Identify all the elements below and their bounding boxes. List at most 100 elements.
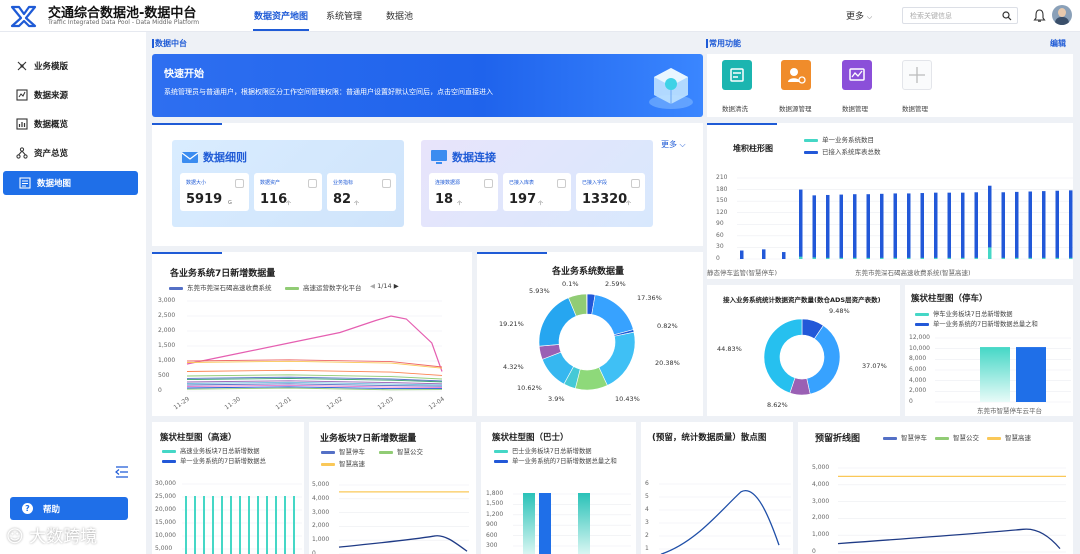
bar bbox=[221, 496, 223, 554]
metric-value: 116 bbox=[260, 192, 288, 207]
donut-slice bbox=[598, 331, 636, 386]
shortcut-panel bbox=[707, 54, 1073, 117]
logo-icon bbox=[10, 5, 37, 28]
datasource-gear-icon bbox=[788, 68, 806, 84]
bar bbox=[523, 493, 535, 554]
slice-label: 3.9% bbox=[548, 395, 565, 403]
series-line bbox=[837, 528, 1061, 550]
search-input[interactable]: 检索关键信息 bbox=[902, 7, 1018, 24]
bar bbox=[762, 249, 766, 259]
avatar[interactable] bbox=[1052, 5, 1072, 25]
metric-value: 197 bbox=[509, 192, 537, 207]
bar bbox=[257, 496, 259, 554]
bar-segment bbox=[920, 257, 924, 259]
metric-data-size[interactable]: 数据大小 5919 G bbox=[180, 173, 249, 211]
bar-segment bbox=[812, 257, 816, 259]
bar-segment bbox=[826, 257, 830, 259]
bar bbox=[1001, 192, 1005, 259]
metric-checkbox[interactable] bbox=[484, 179, 493, 188]
edit-link[interactable]: 编辑 bbox=[1050, 38, 1066, 49]
sidebar-item-data-overview[interactable]: 数据概览 bbox=[0, 112, 138, 136]
x-axis-label: 东莞市莞深石碣高速收费系统(智慧高速) bbox=[855, 269, 971, 277]
metric-checkbox[interactable] bbox=[235, 179, 244, 188]
bar-segment bbox=[961, 257, 965, 259]
bus-bar-panel: 簇状柱型图（巴士） 巴士业务板块7日总新增数据 单一业务系统的7日新增数据总量之… bbox=[481, 422, 636, 554]
bar bbox=[812, 195, 816, 259]
search-icon[interactable] bbox=[1002, 11, 1012, 21]
slice-label: 44.83% bbox=[717, 345, 742, 353]
stacked-bar-chart bbox=[737, 177, 1073, 260]
scatter-panel: (预留，统计数据质量）散点图 654321 bbox=[641, 422, 793, 554]
nav-active-underline bbox=[253, 29, 309, 31]
bar-segment bbox=[974, 257, 978, 259]
bar bbox=[782, 252, 786, 259]
sidebar-item-data-map[interactable]: 数据地图 bbox=[3, 171, 138, 195]
bell-icon[interactable] bbox=[1033, 9, 1046, 23]
stacked-bar-panel: 堆积柱形图 单一业务系统数目 已接入系统库表总数 210 180 150 120 90 6… bbox=[707, 123, 1073, 279]
metric-checkbox[interactable] bbox=[631, 179, 640, 188]
sidebar-item-business-template[interactable]: 业务模版 bbox=[0, 54, 138, 78]
metric-connected-sources[interactable]: 连接数据源 18 个 bbox=[429, 173, 498, 211]
bar bbox=[853, 194, 857, 259]
app-subtitle: Traffic Integrated Data Pool - Data Midd… bbox=[48, 19, 200, 26]
bar bbox=[266, 496, 268, 554]
bar-segment bbox=[866, 257, 870, 259]
nav-data-asset-map[interactable]: 数据资产地图 bbox=[254, 9, 308, 22]
mail-icon bbox=[181, 152, 199, 163]
help-button[interactable]: ? 帮助 bbox=[10, 497, 128, 520]
metric-checkbox[interactable] bbox=[557, 179, 566, 188]
donut-chart-panel: 各业务系统数据量 2.59% 17.36% 0.82% 20.38% 10.43% 3.9… bbox=[477, 252, 703, 416]
shortcut-label: 数据源管理 bbox=[779, 105, 812, 113]
section-marker bbox=[706, 39, 708, 48]
metric-value: 5919 bbox=[186, 192, 223, 207]
more-label: 更多 bbox=[846, 12, 865, 22]
bar bbox=[866, 194, 870, 259]
parking-bar-chart bbox=[935, 337, 1071, 403]
bar-segment bbox=[880, 257, 884, 259]
slice-label: 19.21% bbox=[499, 320, 524, 328]
metric-connected-fields[interactable]: 已接入字段 13320 个 bbox=[576, 173, 645, 211]
watermark-logo-icon: ☺ bbox=[6, 527, 24, 547]
nav-data-pool[interactable]: 数据池 bbox=[386, 9, 413, 22]
cleaning-icon bbox=[730, 68, 744, 82]
banner-title: 快速开始 bbox=[164, 69, 204, 80]
metric-value: 13320 bbox=[582, 192, 628, 207]
bar bbox=[1015, 191, 1019, 259]
metric-checkbox[interactable] bbox=[382, 179, 391, 188]
shortcut-data-cleaning[interactable] bbox=[722, 60, 752, 90]
bar-segment bbox=[799, 256, 803, 259]
metric-business-indicators[interactable]: 业务指标 82 个 bbox=[327, 173, 396, 211]
bar bbox=[239, 496, 241, 554]
metric-data-assets[interactable]: 数据资产 116 个 bbox=[254, 173, 322, 211]
slice-label: 0.82% bbox=[657, 322, 678, 330]
shortcut-datasource-management[interactable] bbox=[781, 60, 811, 90]
nav-system-management[interactable]: 系统管理 bbox=[326, 9, 362, 22]
more-link[interactable]: 更多 ⌵ bbox=[661, 139, 686, 150]
metric-unit: 个 bbox=[354, 201, 360, 207]
branch-icon bbox=[17, 61, 27, 71]
shortcut-add[interactable] bbox=[902, 60, 932, 90]
reserved-line-chart bbox=[837, 467, 1066, 553]
collapse-menu-icon[interactable] bbox=[115, 466, 129, 478]
shortcut-data-management[interactable] bbox=[842, 60, 872, 90]
bar bbox=[961, 192, 965, 259]
bar-segment bbox=[947, 257, 951, 259]
slice-label: 2.59% bbox=[605, 280, 626, 288]
bar bbox=[248, 496, 250, 554]
slice-label: 17.36% bbox=[637, 294, 662, 302]
metric-checkbox[interactable] bbox=[308, 179, 317, 188]
sidebar-item-data-source[interactable]: 数据来源 bbox=[0, 83, 138, 107]
bar-segment bbox=[1069, 257, 1073, 259]
quick-start-banner[interactable]: 快速开始 系统管理员与普通用户，根据权限区分工作空间管理权限：普通用户设置好默认… bbox=[152, 54, 703, 117]
metric-label: 数据资产 bbox=[260, 180, 281, 186]
donut-slice bbox=[591, 294, 634, 336]
bar bbox=[880, 193, 884, 259]
more-menu[interactable]: 更多 ⌵ bbox=[846, 9, 872, 22]
bar bbox=[980, 347, 1010, 402]
sidebar-item-asset-overview[interactable]: 资产总览 bbox=[0, 141, 138, 165]
metric-connected-tables[interactable]: 已接入库表 197 个 bbox=[503, 173, 571, 211]
bar-segment bbox=[1015, 257, 1019, 259]
sidebar-item-label: 业务模版 bbox=[34, 62, 69, 72]
metric-unit: G bbox=[228, 200, 232, 206]
scatter-chart bbox=[659, 483, 791, 554]
